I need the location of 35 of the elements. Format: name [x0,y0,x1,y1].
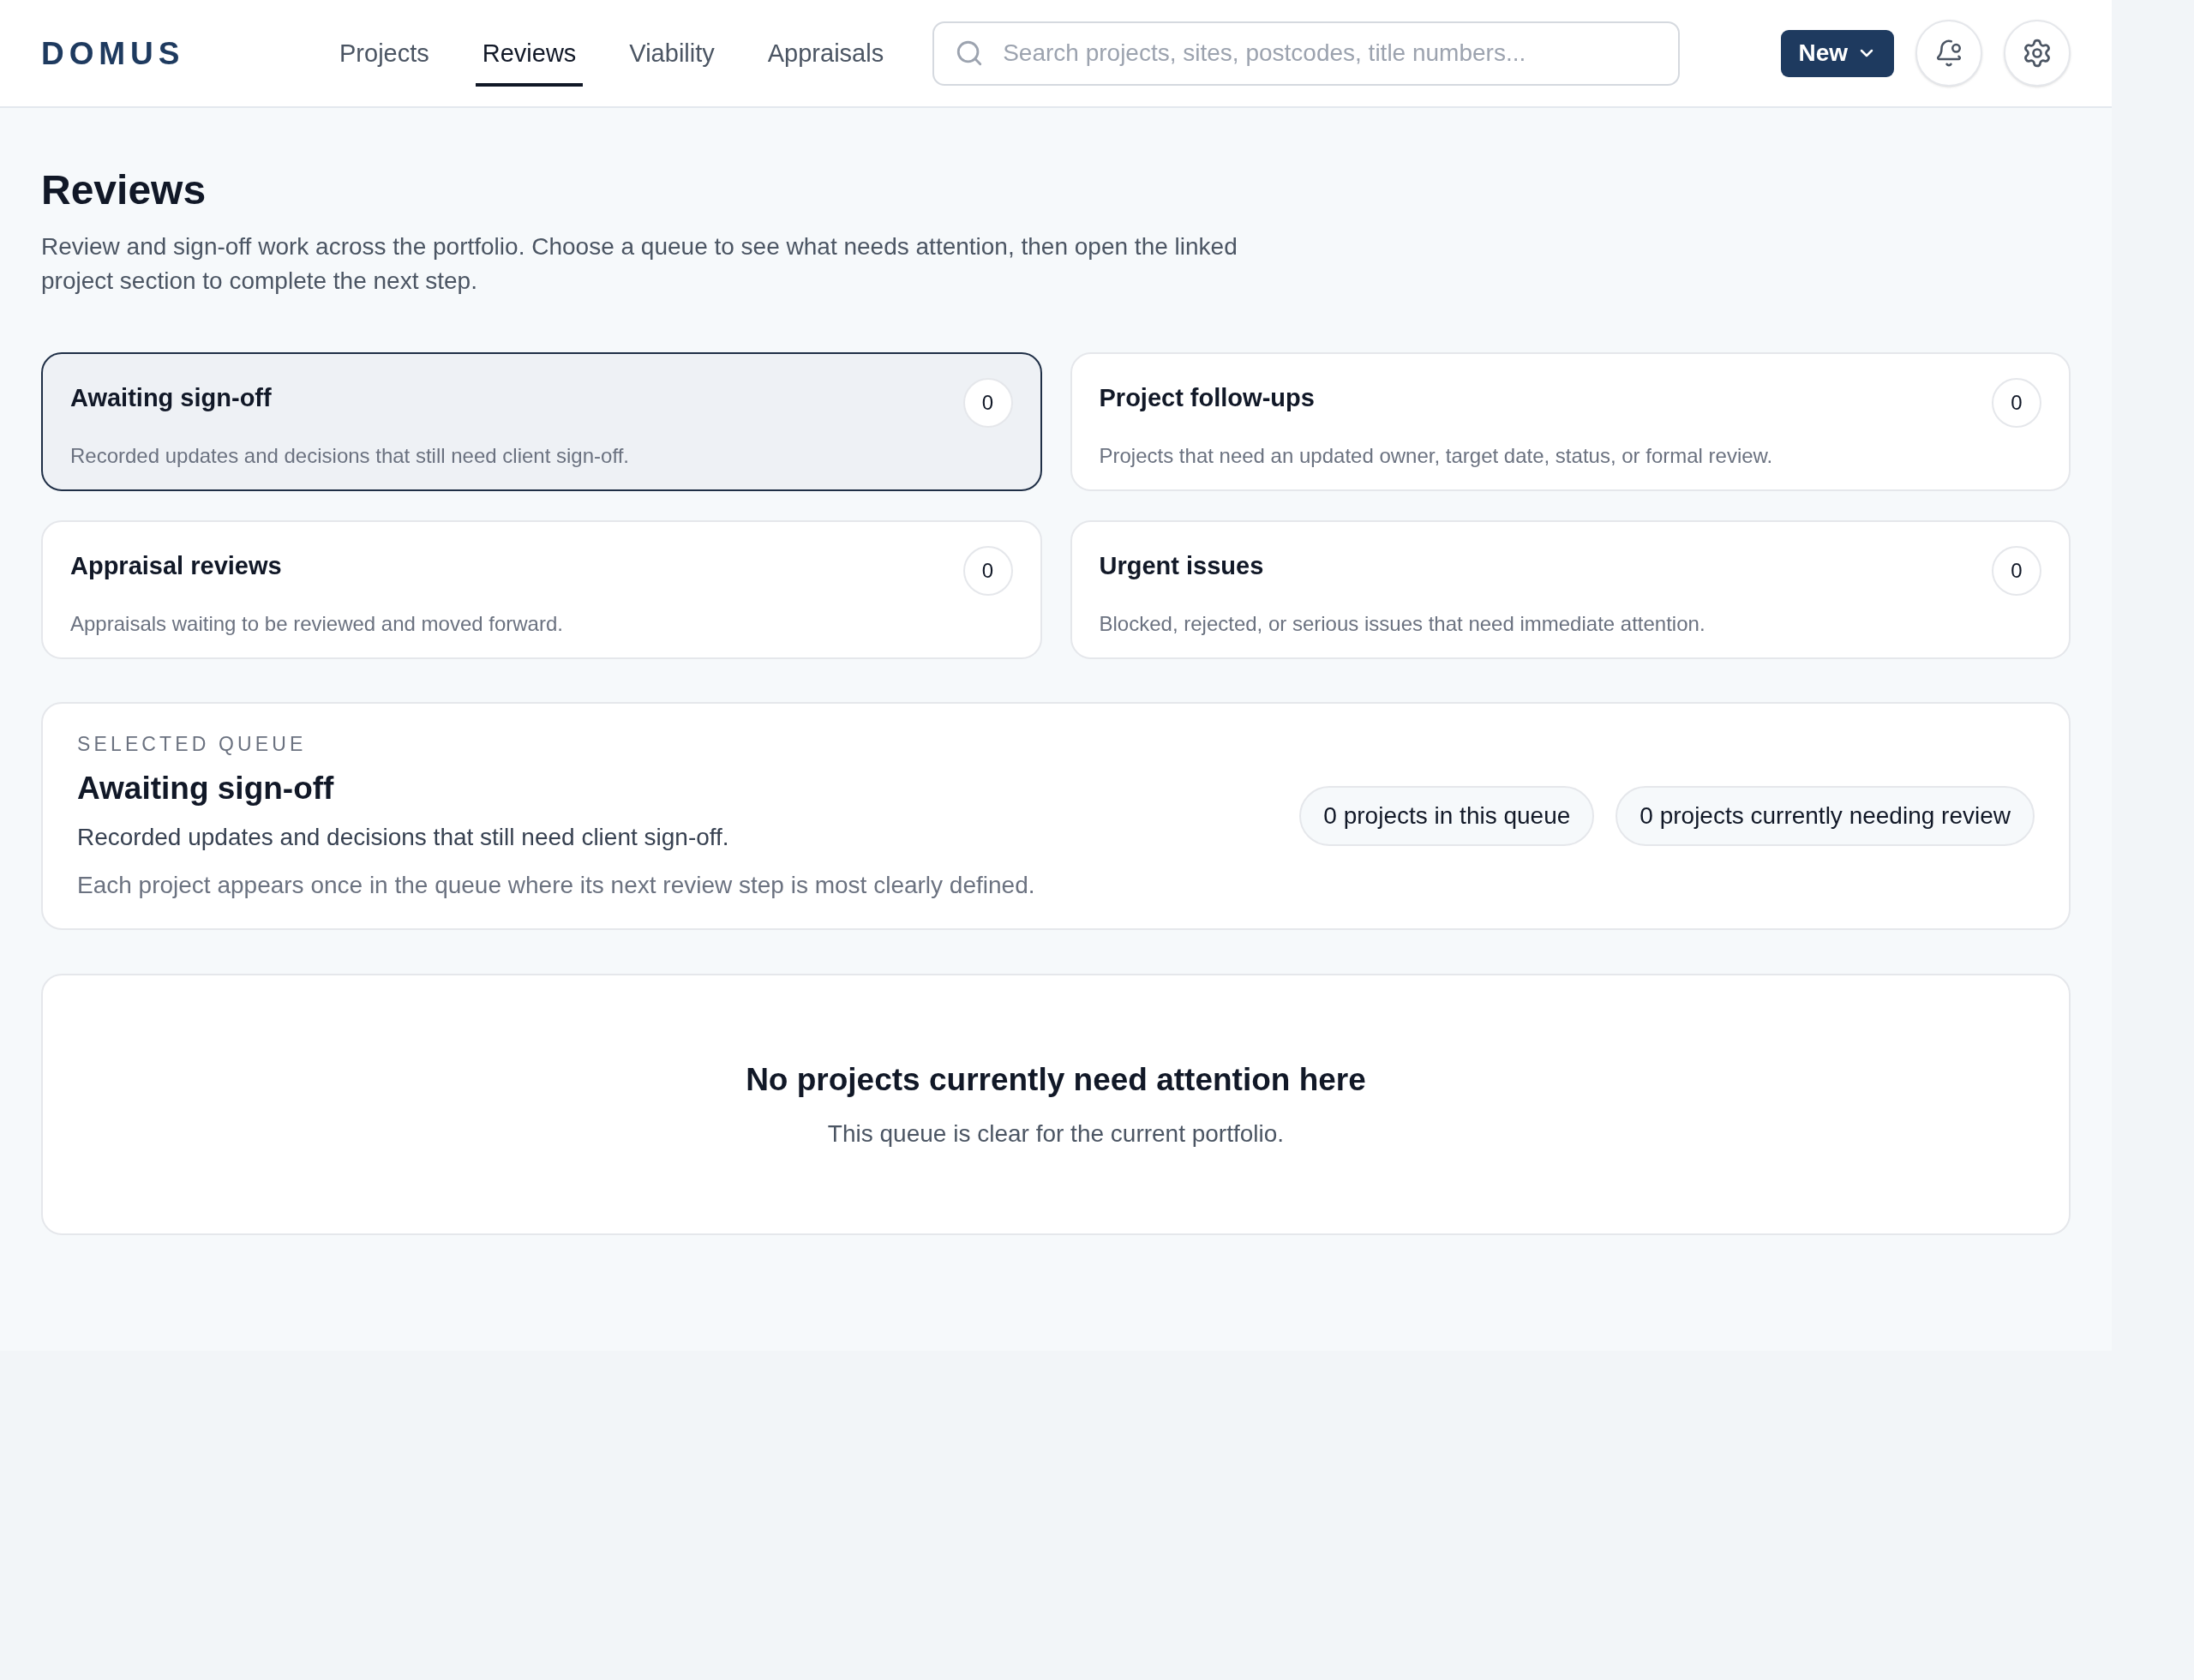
queue-title: Project follow-ups [1099,383,1315,412]
queue-description: Recorded updates and decisions that still need client sign-off. [77,823,729,852]
queue-description: Appraisals waiting to be reviewed and moved forward. [70,611,563,637]
queue-card[interactable]: Awaiting sign-off 0 Recorded updates and decisions that still need client sign-off. [41,352,1042,491]
count-badge: 0 [1992,378,2041,428]
count-badge: 0 [1992,546,2041,596]
count-badge: 0 [962,546,1013,596]
queue-title: Urgent issues [1099,551,1264,580]
queue-description: Recorded updates and decisions that still need client sign-off. [70,443,629,469]
page-description: Review and sign-off work across the portfolio. Choose a queue to see what needs attention, then open the linked project section to complete the next step. [41,232,1238,296]
queue-card[interactable]: Urgent issues 0 Blocked, rejected, or serious issues that need immediate attention. [1070,520,2071,659]
queue-heading: Awaiting sign-off [77,770,334,807]
empty-state-title: No projects currently need attention here [746,1060,1366,1099]
new-button[interactable]: New [1781,29,1894,77]
empty-state-message: This queue is clear for the current portfolio. [827,1119,1285,1149]
page-title: Reviews [41,166,207,214]
count-pill: 0 projects in this queue [1299,786,1595,846]
count-pill: 0 projects currently needing review [1616,786,2035,846]
count-badge: 0 [962,378,1013,428]
nav-tab[interactable]: Reviews [475,20,584,87]
search-field[interactable]: Search projects, sites, postcodes, title numbers... [932,21,1681,86]
settings-icon [2022,38,2053,69]
brand-logo[interactable]: DOMUS [41,37,185,69]
bell-icon [1934,39,1963,68]
queue-description: Projects that need an updated owner, target date, status, or formal review. [1099,443,1773,469]
nav-tab[interactable]: Projects [333,20,436,87]
queue-card[interactable]: Project follow-ups 0 Projects that need an updated owner, target date, status, or formal review. [1070,352,2071,491]
queue-title: Awaiting sign-off [70,383,272,412]
queue-card[interactable]: Appraisal reviews 0 Appraisals waiting to be reviewed and moved forward. [41,520,1042,659]
nav-tab[interactable]: Viability [622,20,722,87]
queue-title: Appraisal reviews [70,551,282,580]
nav-tab[interactable]: Appraisals [760,20,891,87]
section-label: SELECTED QUEUE [77,732,307,756]
queue-description: Blocked, rejected, or serious issues that need immediate attention. [1099,611,1705,637]
queue-note: Each project appears once in the queue where its next review step is most clearly defined. [77,871,1035,900]
